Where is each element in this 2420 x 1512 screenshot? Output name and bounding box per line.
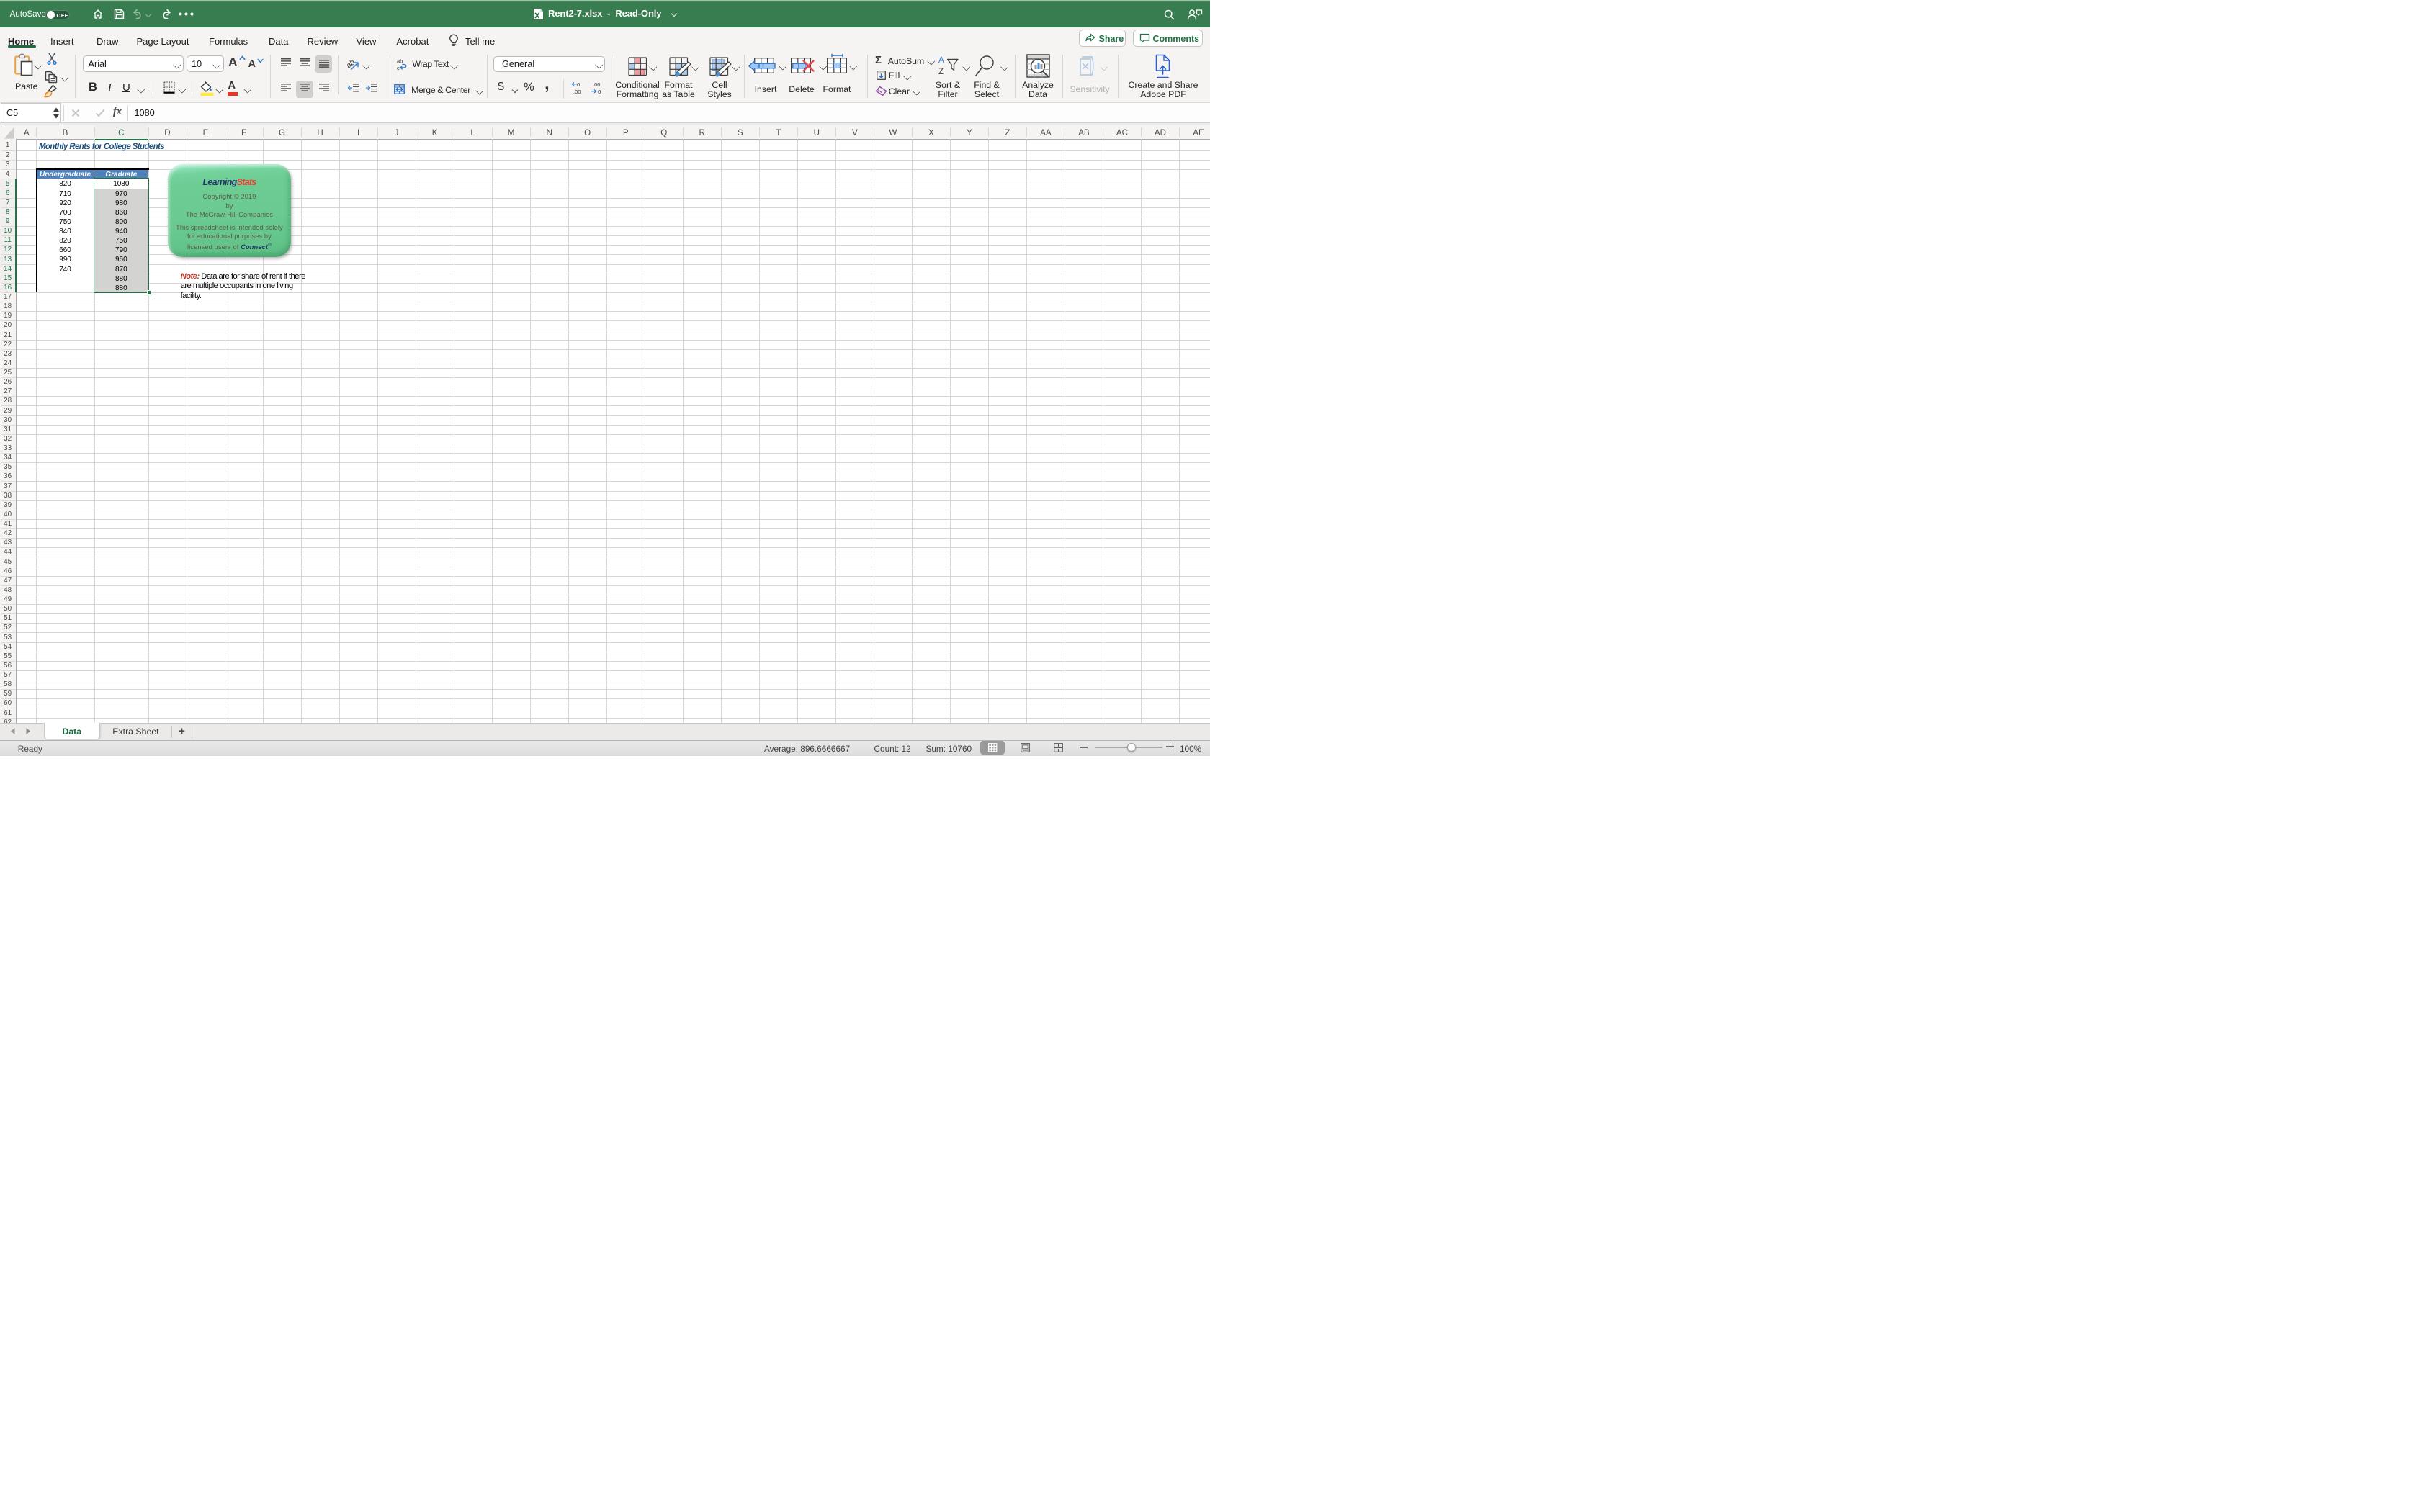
svg-text:.00: .00: [593, 81, 600, 88]
svg-text:ab: ab: [397, 58, 403, 64]
svg-text:c: c: [397, 65, 400, 71]
svg-text:0: 0: [598, 89, 601, 95]
svg-text:A: A: [938, 56, 944, 65]
svg-text:.00: .00: [573, 89, 581, 95]
svg-text:Z: Z: [938, 68, 944, 76]
svg-text:0: 0: [577, 81, 580, 88]
